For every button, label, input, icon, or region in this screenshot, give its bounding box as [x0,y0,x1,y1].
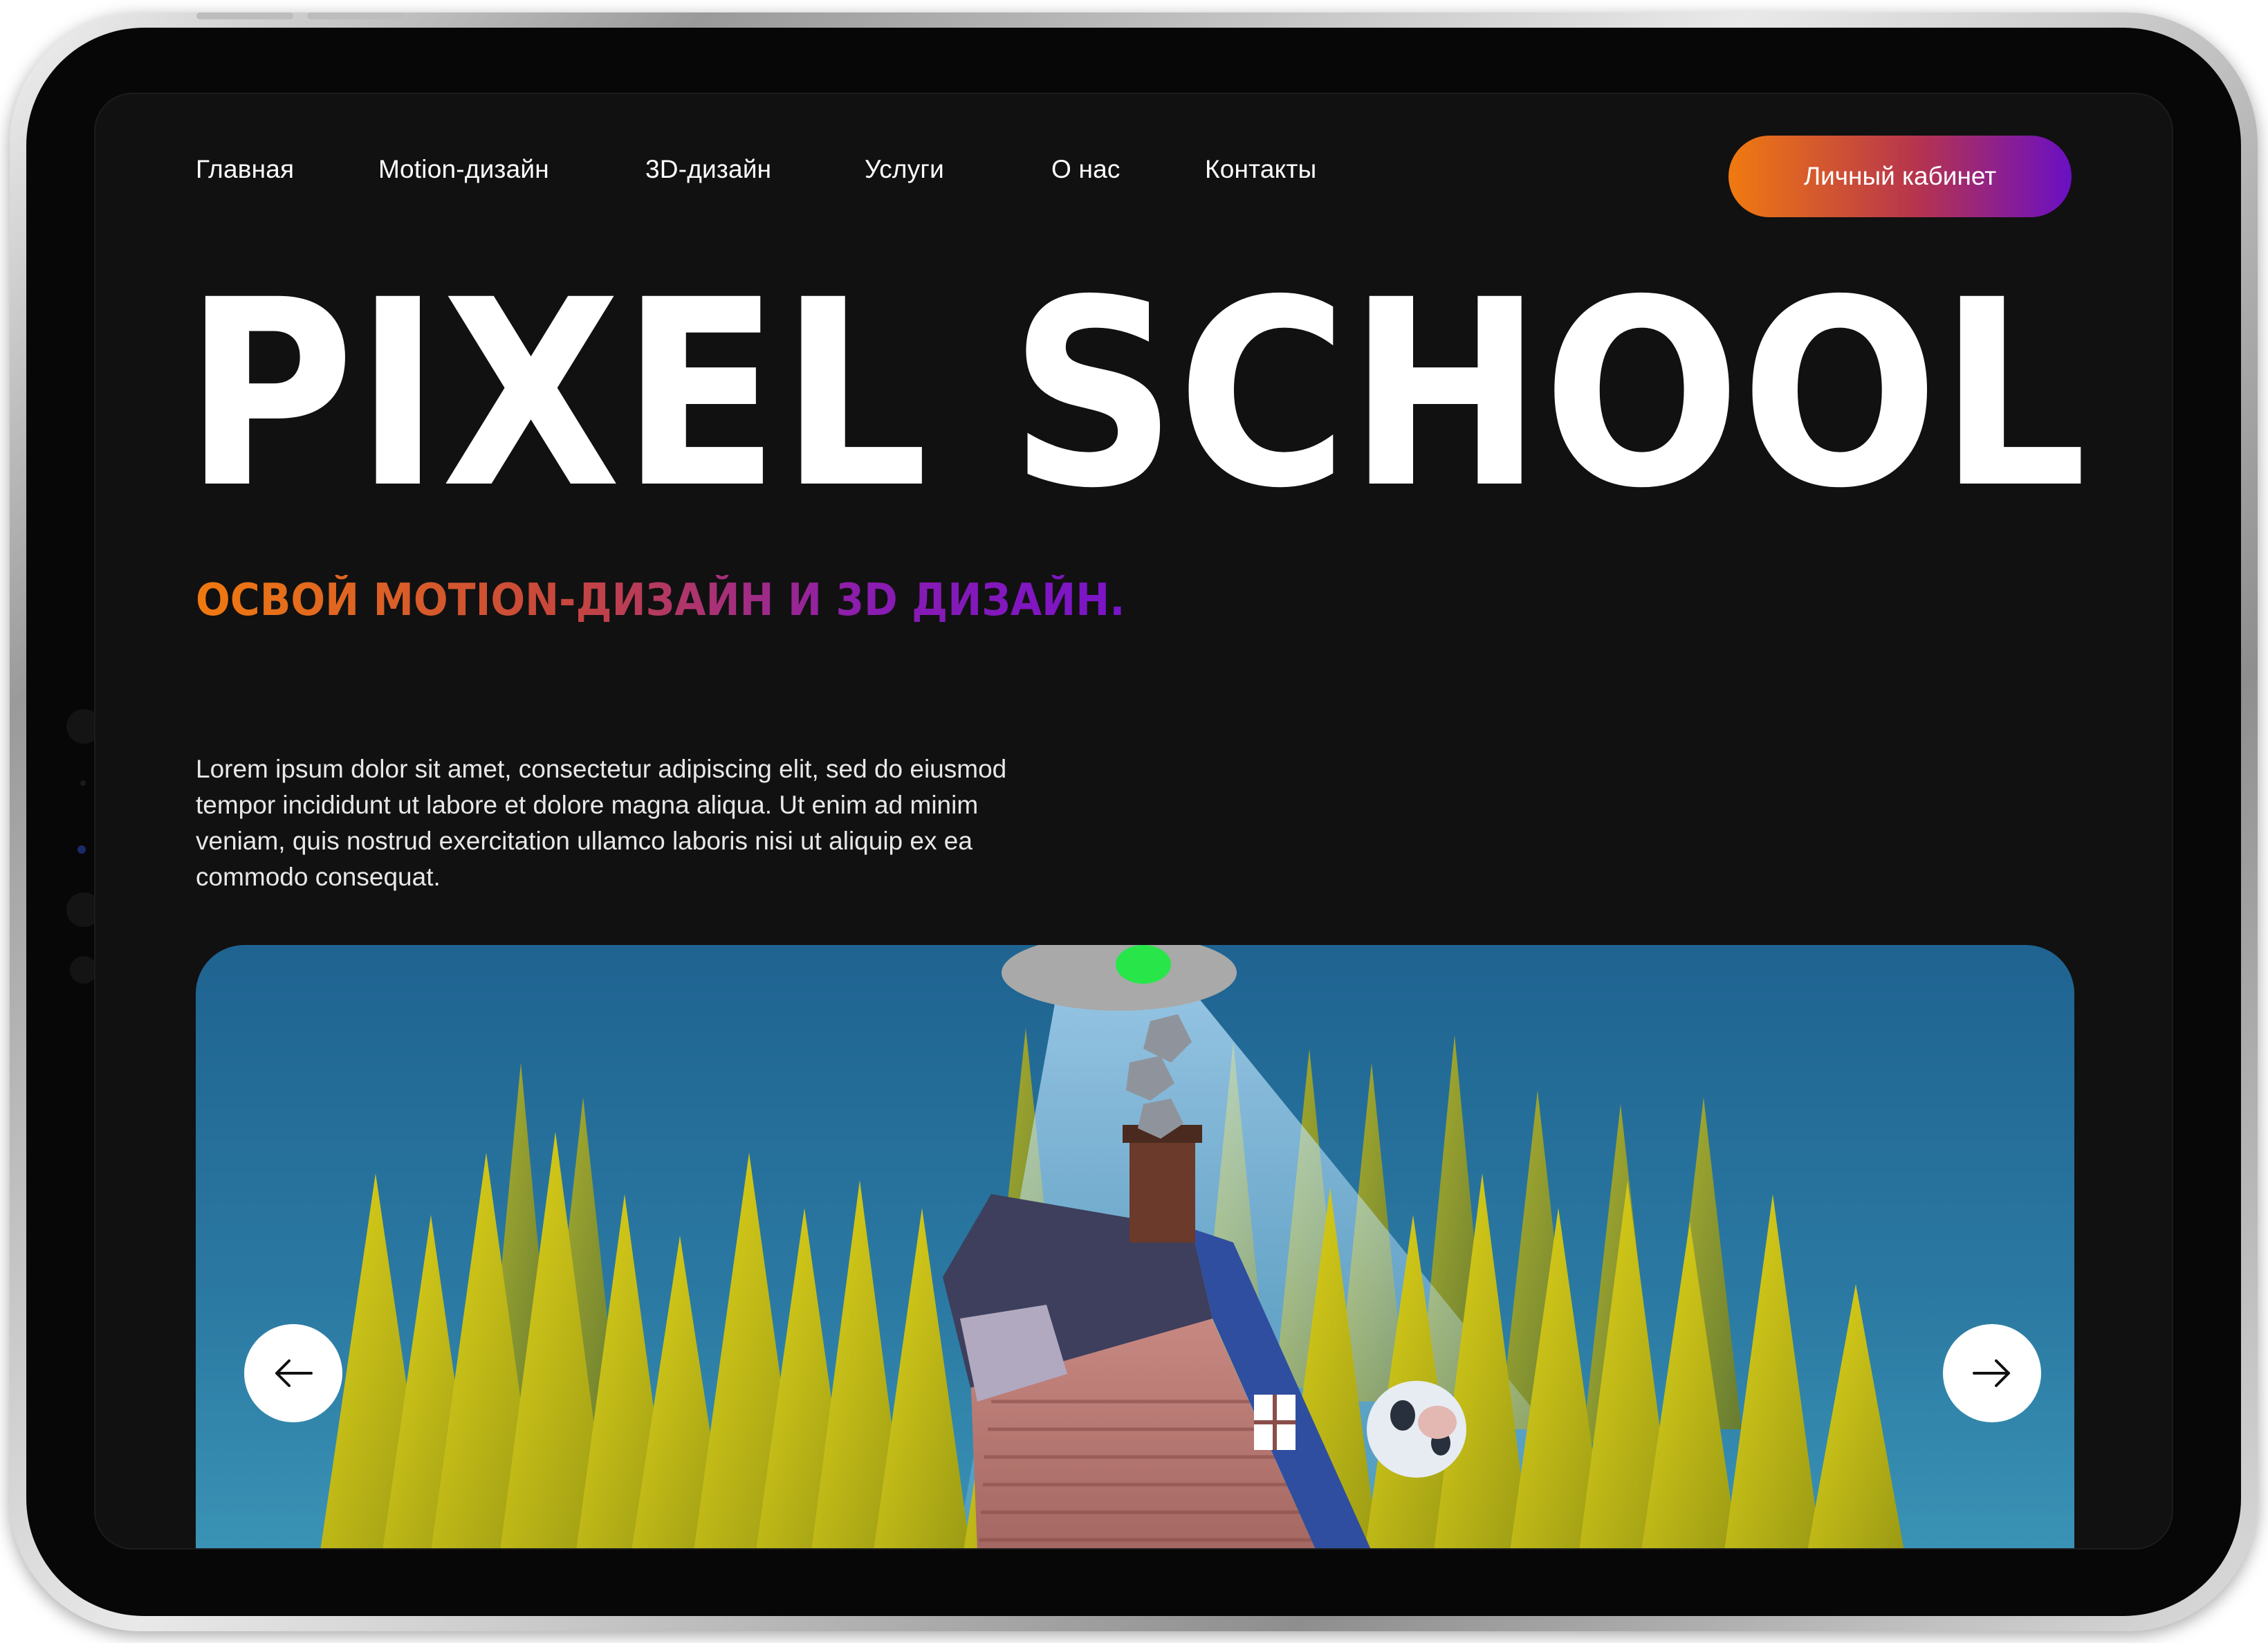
volume-down-button [307,12,404,19]
slide-illustration [320,945,1904,1548]
hero-description: Lorem ipsum dolor sit amet, consectetur … [196,755,1007,891]
nav-link-motion-design[interactable]: Motion-дизайн [378,155,645,184]
camera-lens [77,845,86,854]
screen: Главная Motion-дизайн 3D-дизайн Услуги О… [94,93,2173,1550]
arrow-right-icon [1973,1359,2010,1387]
arrow-left-icon [275,1359,313,1387]
hero-subtitle: ОСВОЙ MOTION-ДИЗАЙН И 3D ДИЗАЙН. [196,575,1125,626]
top-navigation: Главная Motion-дизайн 3D-дизайн Услуги О… [196,136,2072,217]
nav-link-about[interactable]: О нас [1051,155,1205,184]
slider-next-button[interactable] [1943,1324,2041,1422]
hero-title: PIXEL SCHOOL [184,245,2087,544]
volume-up-button [196,12,293,19]
hero-slider [196,945,2074,1548]
nav-links: Главная Motion-дизайн 3D-дизайн Услуги О… [196,155,1343,184]
nav-link-services[interactable]: Услуги [865,155,1051,184]
nav-link-3d-design[interactable]: 3D-дизайн [645,155,865,184]
camera-sensor [80,780,86,786]
nav-link-home[interactable]: Главная [196,155,378,184]
slider-prev-button[interactable] [244,1324,342,1422]
personal-account-button[interactable]: Личный кабинет [1728,136,2072,217]
camera-sensor [70,956,98,984]
nav-link-contacts[interactable]: Контакты [1205,155,1343,184]
